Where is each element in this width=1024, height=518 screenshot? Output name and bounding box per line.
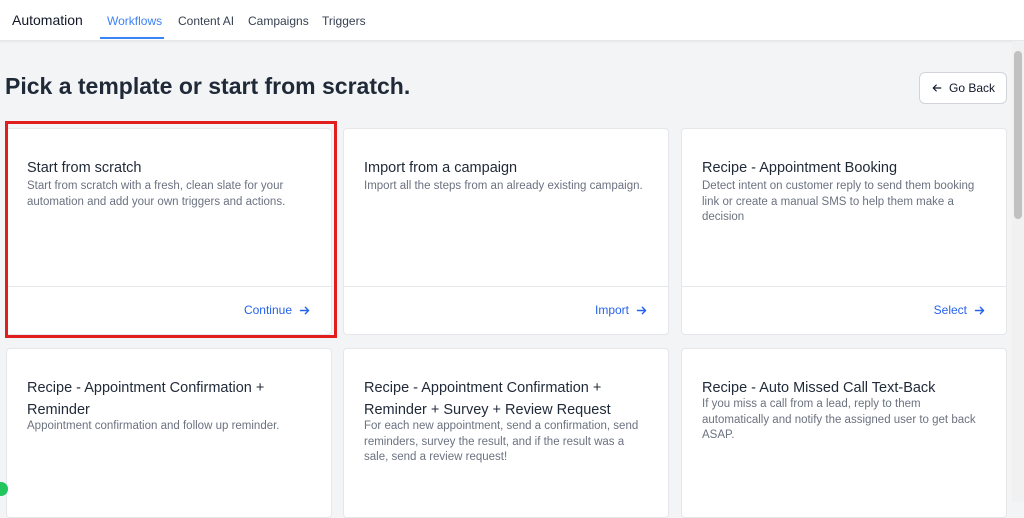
card-description: For each new appointment, send a confirm… [364,420,639,463]
card-title: Recipe - Appointment Booking [702,160,898,176]
card-action-label: Select [933,303,967,317]
template-card-import-from-campaign[interactable]: Import from a campaign Import all the st… [343,128,669,335]
active-tab-indicator [100,37,164,39]
app-title: Automation [12,12,83,28]
card-description: Appointment confirmation and follow up r… [27,420,280,432]
arrow-right-icon [299,306,310,314]
tab-content-ai[interactable]: Content AI [178,14,234,28]
template-card-start-from-scratch[interactable]: Start from scratch Start from scratch wi… [6,128,332,335]
template-card-missed-call-text-back[interactable]: Recipe - Auto Missed Call Text-Back If y… [681,348,1007,518]
card-title: Recipe - Appointment Confirmation + Remi… [27,380,265,418]
arrow-right-icon [636,306,647,314]
card-description: Detect intent on customer reply to send … [702,180,975,223]
card-description: Import all the steps from an already exi… [364,180,643,192]
card-title: Recipe - Auto Missed Call Text-Back [702,380,936,396]
template-card-appointment-confirmation-reminder[interactable]: Recipe - Appointment Confirmation + Remi… [6,348,332,518]
card-footer: Import [344,286,668,334]
go-back-label: Go Back [948,81,996,95]
arrow-left-icon [932,84,942,92]
import-button[interactable]: Import [595,303,648,317]
card-action-label: Continue [243,303,292,317]
tab-triggers[interactable]: Triggers [322,14,366,28]
arrow-right-icon [974,306,985,314]
go-back-button[interactable]: Go Back [919,72,1007,104]
tab-workflows[interactable]: Workflows [107,14,162,28]
card-footer: Select [682,286,1006,334]
card-action-label: Import [594,303,629,317]
template-card-appointment-confirmation-survey-review[interactable]: Recipe - Appointment Confirmation + Remi… [343,348,669,518]
card-description: If you miss a call from a lead, reply to… [702,398,976,441]
select-button[interactable]: Select [934,303,986,317]
card-title: Recipe - Appointment Confirmation + Remi… [364,380,611,418]
template-card-appointment-booking[interactable]: Recipe - Appointment Booking Detect inte… [681,128,1007,335]
page-scrollbar[interactable] [1012,41,1024,502]
card-footer: Continue [7,286,331,334]
card-title: Start from scratch [27,160,142,176]
page-title: Pick a template or start from scratch. [5,73,411,99]
card-description: Start from scratch with a fresh, clean s… [27,180,286,208]
tab-campaigns[interactable]: Campaigns [248,14,309,28]
continue-button[interactable]: Continue [244,303,311,317]
top-navigation-bar: Automation Workflows Content AI Campaign… [0,0,1024,41]
scrollbar-thumb[interactable] [1014,51,1022,219]
card-title: Import from a campaign [364,160,518,176]
